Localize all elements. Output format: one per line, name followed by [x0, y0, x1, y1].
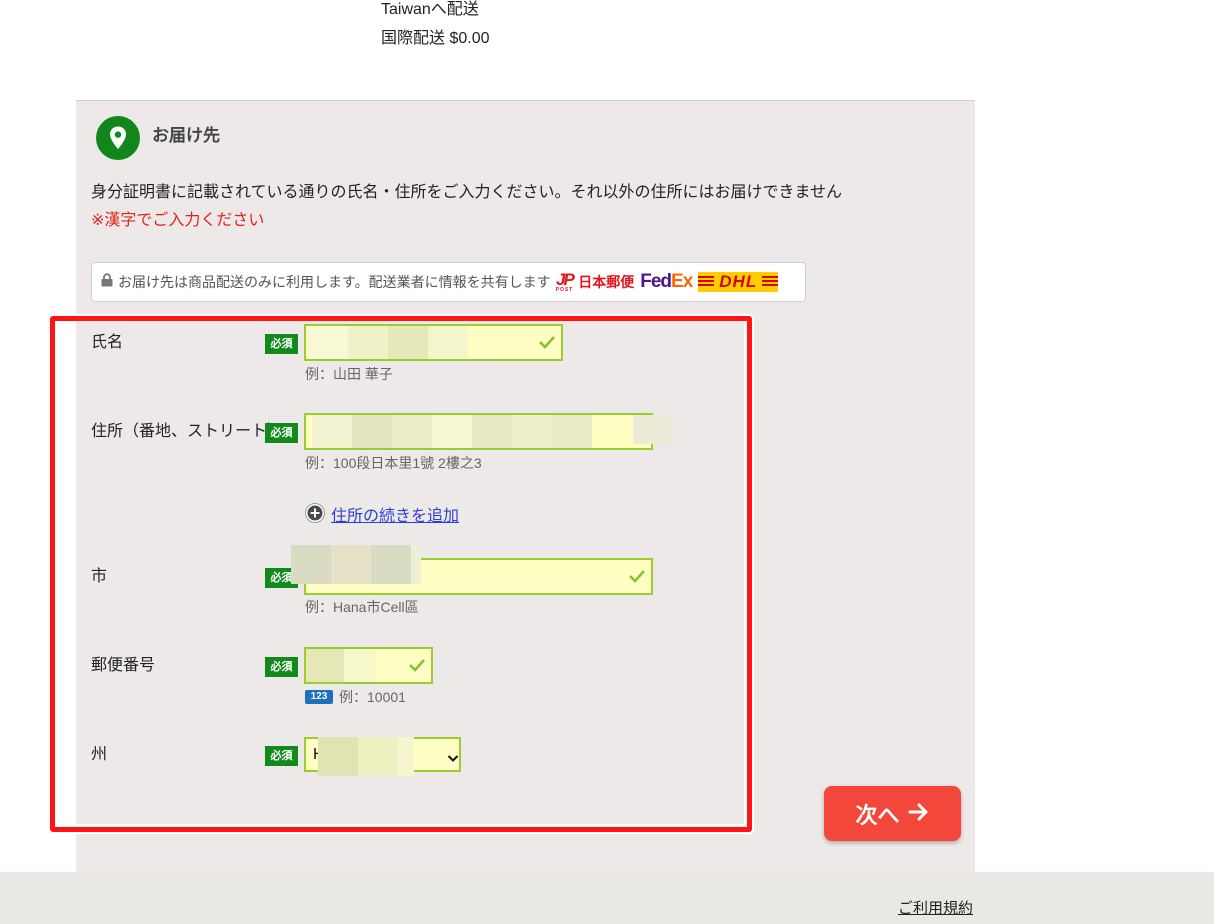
- plus-circle-icon[interactable]: [305, 503, 325, 523]
- required-badge: 必須: [265, 568, 298, 588]
- jp-post-name: 日本郵便: [578, 274, 635, 290]
- state-label: 州: [91, 746, 108, 763]
- required-badge: 必須: [265, 746, 298, 766]
- city-label: 市: [91, 568, 108, 585]
- name-input[interactable]: [304, 324, 563, 361]
- arrow-right-icon: [908, 803, 930, 824]
- shipping-fee: 国際配送 $0.00: [381, 30, 490, 47]
- name-label: 氏名: [91, 334, 124, 351]
- privacy-text: お届け先は商品配送のみに利用します。配送業者に情報を共有します: [118, 274, 551, 290]
- check-icon: [538, 335, 556, 349]
- next-button[interactable]: 次へ: [824, 786, 961, 841]
- state-select[interactable]: H: [304, 737, 461, 772]
- check-icon: [628, 569, 646, 583]
- postal-hint: 例：10001: [339, 689, 406, 705]
- address-hint: 例：100段日本里1號 2樓之3: [305, 455, 482, 471]
- city-hint: 例：Hana市Cell區: [305, 599, 419, 615]
- name-hint: 例：山田 華子: [305, 366, 393, 382]
- terms-link[interactable]: ご利用規約: [898, 900, 973, 918]
- fedex-logo: FedEx: [640, 271, 693, 292]
- shipping-destination: Taiwanへ配送: [381, 1, 479, 18]
- location-pin-icon: [96, 116, 140, 160]
- next-button-label: 次へ: [855, 802, 900, 828]
- lock-icon: [101, 272, 113, 292]
- required-badge: 必須: [265, 334, 298, 354]
- add-address-line-link[interactable]: 住所の続きを追加: [331, 507, 459, 527]
- dhl-logo: DHL: [698, 272, 779, 292]
- address-label: 住所（番地、ストリート）: [91, 423, 284, 440]
- required-badge: 必須: [265, 423, 298, 443]
- numeric-badge: 123: [305, 690, 333, 704]
- section-title: お届け先: [152, 126, 220, 145]
- footer: [0, 872, 1214, 924]
- city-input[interactable]: [304, 558, 653, 595]
- check-icon: [408, 658, 426, 672]
- address-input[interactable]: [304, 413, 653, 450]
- id-notice: 身分証明書に記載されている通りの氏名・住所をご入力ください。それ以外の住所にはお…: [91, 184, 843, 201]
- postal-label: 郵便番号: [91, 657, 156, 674]
- privacy-notice: お届け先は商品配送のみに利用します。配送業者に情報を共有します JP POST …: [91, 262, 806, 302]
- jp-post-logo: JP POST: [555, 270, 575, 293]
- required-badge: 必須: [265, 657, 298, 677]
- kanji-note: ※漢字でご入力ください: [91, 212, 265, 229]
